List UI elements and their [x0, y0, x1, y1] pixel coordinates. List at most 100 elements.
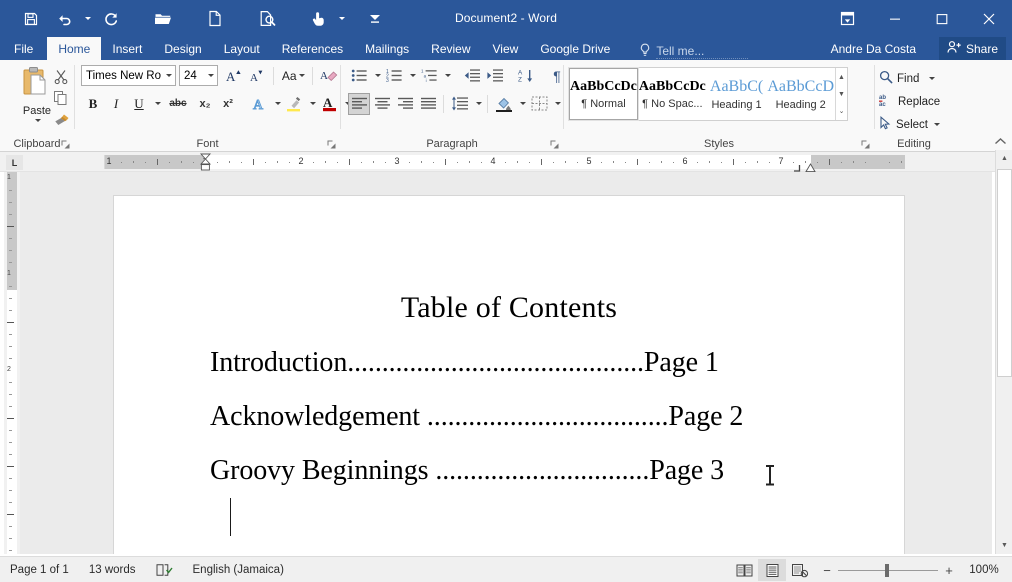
zoom-slider[interactable]: − +: [814, 563, 962, 578]
chevron-down-bar-icon[interactable]: [358, 5, 392, 33]
italic-button[interactable]: I: [105, 93, 127, 115]
tab-layout[interactable]: Layout: [213, 37, 271, 60]
styles-scroll-down-icon[interactable]: ▼: [836, 86, 847, 102]
shrink-font-button[interactable]: A: [247, 65, 269, 87]
tab-design[interactable]: Design: [153, 37, 212, 60]
zoom-thumb[interactable]: [885, 563, 889, 577]
underline-button[interactable]: U: [128, 93, 150, 115]
borders-button[interactable]: [528, 93, 550, 115]
tab-review[interactable]: Review: [420, 37, 481, 60]
subscript-button[interactable]: x₂: [194, 93, 216, 115]
styles-more-icon[interactable]: ⌄: [836, 103, 847, 119]
vertical-ruler[interactable]: 112: [4, 172, 20, 554]
cut-icon[interactable]: [50, 66, 72, 87]
zoom-in-button[interactable]: +: [944, 563, 954, 578]
format-painter-icon[interactable]: [50, 108, 72, 129]
zoom-track[interactable]: [838, 563, 938, 577]
bullets-button[interactable]: [348, 65, 370, 87]
style-heading-2[interactable]: AaBbCcD Heading 2: [766, 68, 835, 120]
font-size-dropdown-icon[interactable]: [203, 74, 217, 77]
font-color-button[interactable]: A: [318, 93, 340, 115]
replace-button[interactable]: ab ac Replace: [875, 90, 953, 113]
change-case-dropdown-icon[interactable]: [298, 74, 305, 77]
tab-stop-selector[interactable]: L: [6, 155, 23, 170]
bullets-dropdown-icon[interactable]: [371, 65, 382, 87]
document-area[interactable]: Table of Contents Introduction..........…: [20, 172, 992, 554]
tell-me-input[interactable]: Tell me...: [656, 44, 749, 59]
document-page[interactable]: Table of Contents Introduction..........…: [113, 195, 905, 554]
print-preview-icon[interactable]: [250, 5, 284, 33]
styles-dialog-launcher[interactable]: [861, 140, 870, 149]
tab-mailings[interactable]: Mailings: [354, 37, 420, 60]
text-highlight-color-button[interactable]: [283, 93, 305, 115]
tab-insert[interactable]: Insert: [101, 37, 153, 60]
collapse-ribbon-button[interactable]: [994, 137, 1007, 149]
superscript-button[interactable]: x²: [217, 93, 239, 115]
font-size-combo[interactable]: 24: [178, 65, 218, 86]
text-highlight-dropdown-icon[interactable]: [306, 93, 317, 115]
increase-indent-button[interactable]: [484, 65, 506, 87]
paragraph-dialog-launcher[interactable]: [550, 140, 559, 149]
account-name[interactable]: Andre Da Costa: [831, 37, 916, 60]
paste-dropdown-icon[interactable]: [35, 119, 41, 122]
horizontal-ruler[interactable]: L 11234567: [0, 152, 1012, 173]
tab-google-drive[interactable]: Google Drive: [529, 37, 621, 60]
font-name-combo[interactable]: Times New Ro: [81, 65, 176, 86]
tab-home[interactable]: Home: [47, 37, 102, 60]
clear-formatting-button[interactable]: A: [318, 65, 340, 87]
undo-dropdown-icon[interactable]: [82, 5, 94, 33]
style-normal[interactable]: AaBbCcDc ¶ Normal: [568, 67, 639, 121]
select-button[interactable]: Select: [875, 113, 953, 136]
styles-scroll-up-icon[interactable]: ▲: [836, 69, 847, 85]
tell-me-box[interactable]: Tell me...: [639, 43, 749, 60]
undo-icon[interactable]: [48, 5, 82, 33]
align-center-button[interactable]: [371, 93, 393, 115]
align-right-button[interactable]: [394, 93, 416, 115]
multilevel-list-dropdown-icon[interactable]: [441, 65, 452, 87]
read-mode-button[interactable]: [730, 559, 758, 581]
align-left-button[interactable]: [348, 92, 370, 115]
vertical-scrollbar[interactable]: ▲ ▼: [995, 150, 1012, 554]
tab-file[interactable]: File: [0, 37, 47, 60]
zoom-level[interactable]: 100%: [962, 564, 1006, 576]
share-button[interactable]: Share: [938, 37, 1006, 60]
numbering-button[interactable]: 123: [383, 65, 405, 87]
redo-icon[interactable]: [94, 5, 128, 33]
font-name-dropdown-icon[interactable]: [161, 74, 175, 77]
new-document-icon[interactable]: [198, 5, 232, 33]
style-heading-1[interactable]: AaBbC( Heading 1: [707, 68, 767, 120]
scroll-down-icon[interactable]: ▼: [996, 537, 1012, 554]
tab-references[interactable]: References: [271, 37, 354, 60]
decrease-indent-button[interactable]: [461, 65, 483, 87]
line-spacing-button[interactable]: [449, 93, 471, 115]
shading-button[interactable]: [493, 93, 515, 115]
text-effects-button[interactable]: A: [248, 93, 270, 115]
find-button[interactable]: Find: [875, 67, 953, 90]
change-case-button[interactable]: Aa: [278, 65, 308, 87]
text-effects-dropdown-icon[interactable]: [271, 93, 282, 115]
justify-button[interactable]: [417, 93, 439, 115]
strikethrough-button[interactable]: abc: [163, 93, 193, 115]
open-folder-icon[interactable]: [146, 5, 180, 33]
minimize-button[interactable]: [871, 0, 918, 37]
shading-dropdown-icon[interactable]: [516, 93, 527, 115]
find-dropdown-icon[interactable]: [929, 77, 936, 80]
scroll-up-icon[interactable]: ▲: [996, 150, 1012, 167]
grow-font-button[interactable]: A: [224, 65, 246, 87]
language-indicator[interactable]: English (Jamaica): [183, 564, 294, 576]
touch-mouse-mode-icon[interactable]: [302, 5, 336, 33]
maximize-button[interactable]: [918, 0, 965, 37]
underline-dropdown-icon[interactable]: [151, 93, 162, 115]
word-count[interactable]: 13 words: [79, 564, 146, 576]
ribbon-display-options-icon[interactable]: [824, 0, 871, 37]
multilevel-list-button[interactable]: 1ai: [418, 65, 440, 87]
sort-button[interactable]: AZ: [515, 65, 537, 87]
page-indicator[interactable]: Page 1 of 1: [0, 564, 79, 576]
scrollbar-thumb[interactable]: [997, 169, 1012, 377]
close-button[interactable]: [965, 0, 1012, 37]
tab-view[interactable]: View: [482, 37, 530, 60]
style-no-spacing[interactable]: AaBbCcDc ¶ No Spac...: [638, 68, 707, 120]
ruler-track[interactable]: 11234567: [104, 153, 905, 173]
line-spacing-dropdown-icon[interactable]: [472, 93, 483, 115]
copy-icon[interactable]: [50, 87, 72, 108]
